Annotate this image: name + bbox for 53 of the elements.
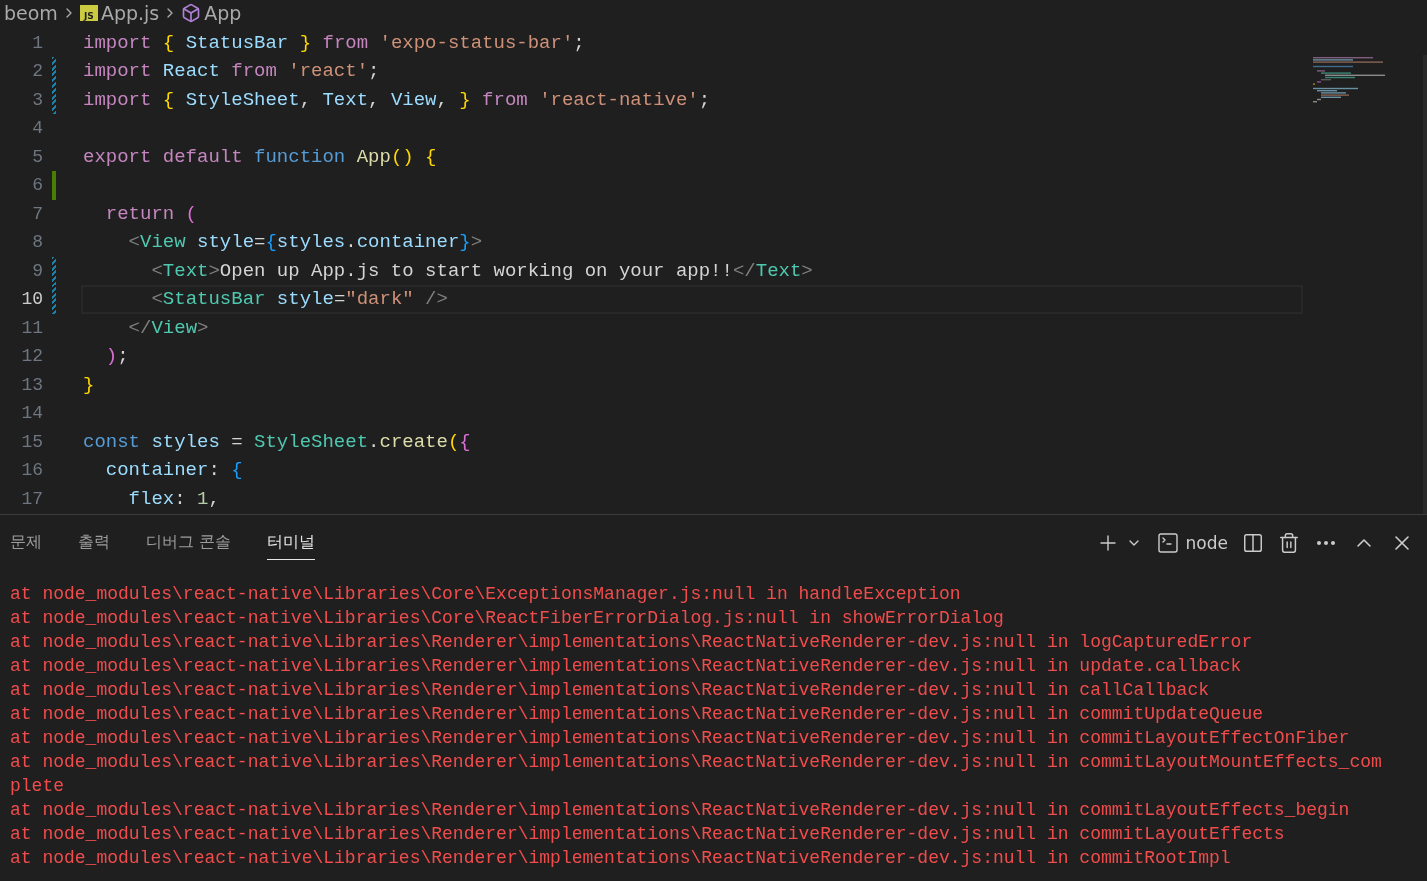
code-line: flex: 1, — [127, 486, 221, 512]
panel-tab[interactable]: 디버그 콘솔 — [146, 526, 232, 560]
line-number: 2 — [31, 61, 43, 82]
terminal-line: at node_modules\react-native\Libraries\Renderer\implementations\ReactNativeRenderer-dev.js:null in commitRootImpl — [10, 847, 1232, 870]
line-number: 5 — [31, 146, 43, 167]
terminal-line: at node_modules\react-native\Libraries\Renderer\implementations\ReactNativeRenderer-dev.js:null in update.callback — [10, 655, 1243, 678]
code-line: } — [82, 372, 96, 398]
breadcrumb-item[interactable]: App — [204, 2, 242, 25]
terminal-line: at node_modules\react-native\Libraries\Renderer\implementations\ReactNativeRenderer-dev.js:null in commitLayoutMountEffects_com — [10, 751, 1383, 774]
line-number: 10 — [20, 289, 43, 310]
code-line: <View style={styles.container}> — [127, 230, 484, 256]
line-number: 8 — [31, 232, 43, 253]
code-line: const styles = StyleSheet.create({ — [82, 429, 472, 455]
line-number: 11 — [20, 317, 43, 338]
line-number: 6 — [31, 175, 43, 196]
terminal-line: plete — [10, 775, 65, 798]
line-number: 16 — [20, 460, 43, 481]
cube-icon — [181, 3, 202, 24]
panel-tab[interactable]: 출력 — [78, 526, 110, 560]
terminal-line: at node_modules\react-native\Libraries\Core\ExceptionsManager.js:null in handleException — [10, 583, 962, 606]
terminal-icon[interactable] — [1155, 531, 1180, 555]
terminal-line: at node_modules\react-native\Libraries\Renderer\implementations\ReactNativeRenderer-dev.js:null in commitLayoutEffectOnFiber — [10, 727, 1351, 750]
code-line: return ( — [104, 201, 199, 227]
code-line: <Text>Open up App.js to start working on your app!!</Text> — [150, 258, 814, 284]
js-file-icon: JS — [79, 5, 98, 22]
panel-tab[interactable]: 터미널 — [267, 526, 316, 560]
code-line: import { StatusBar } from 'expo-status-bar'; — [82, 30, 586, 56]
line-number: 15 — [20, 431, 43, 452]
code-line: </View> — [127, 315, 210, 341]
panel-tab[interactable]: 문제 — [10, 526, 42, 560]
line-number: 13 — [20, 374, 43, 395]
code-line: export default function App() { — [82, 144, 438, 170]
line-number: 3 — [31, 89, 43, 110]
terminal-line: at node_modules\react-native\Libraries\Renderer\implementations\ReactNativeRenderer-dev.js:null in commitLayoutEffects_begin — [10, 799, 1351, 822]
line-number: 7 — [31, 203, 43, 224]
line-number: 12 — [20, 346, 43, 367]
terminal-line: at node_modules\react-native\Libraries\Renderer\implementations\ReactNativeRenderer-dev.js:null in commitLayoutEffects — [10, 823, 1286, 846]
terminal-line: at node_modules\react-native\Libraries\Core\ReactFiberErrorDialog.js:null in showErrorDialog — [10, 607, 1005, 630]
line-number: 1 — [31, 32, 43, 53]
code-line: container: { — [104, 458, 244, 484]
terminal-line: at node_modules\react-native\Libraries\Renderer\implementations\ReactNativeRenderer-dev.js:null in commitUpdateQueue — [10, 703, 1264, 726]
terminal-line: at node_modules\react-native\Libraries\Renderer\implementations\ReactNativeRenderer-dev.js:null in callCallback — [10, 679, 1210, 702]
terminal-selector[interactable]: node — [1152, 528, 1231, 558]
line-number: 17 — [20, 488, 43, 509]
terminal-line: at node_modules\react-native\Libraries\Renderer\implementations\ReactNativeRenderer-dev.js:null in logCapturedError — [10, 631, 1254, 654]
code-line: import React from 'react'; — [82, 59, 381, 85]
line-number: 14 — [20, 403, 43, 424]
code-line: ); — [104, 344, 130, 370]
code-line: import { StyleSheet, Text, View, } from 'react-native'; — [82, 87, 712, 113]
breadcrumb-item[interactable]: App.js — [100, 2, 160, 25]
line-number: 4 — [31, 118, 43, 139]
line-number: 9 — [31, 260, 43, 281]
breadcrumb-item[interactable]: beom — [4, 2, 58, 25]
